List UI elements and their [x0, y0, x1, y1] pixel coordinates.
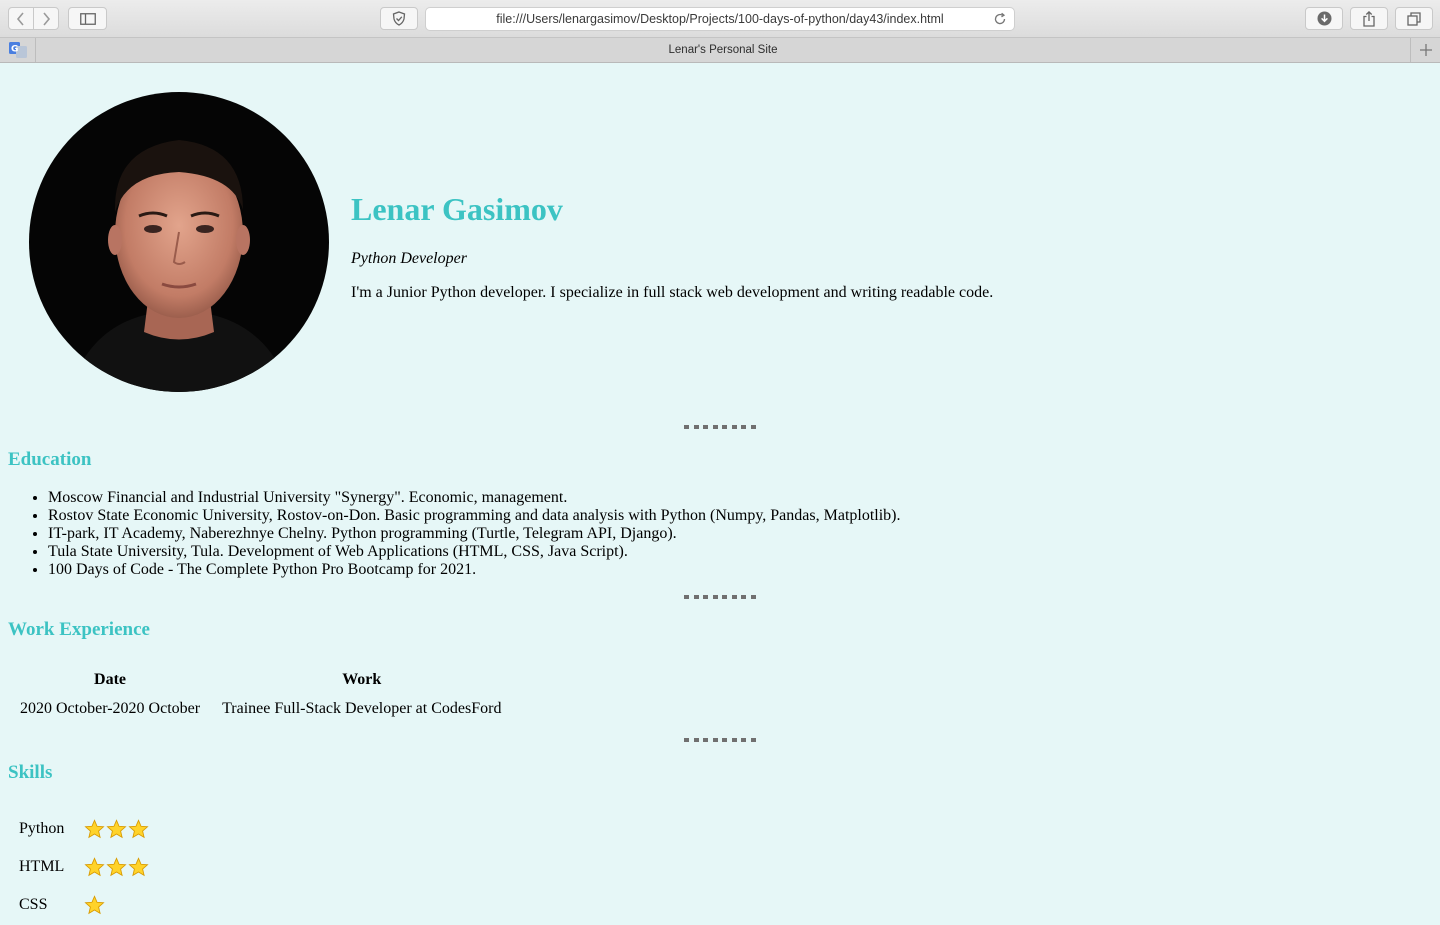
- skill-name: HTML: [19, 858, 65, 875]
- translate-icon: G: [8, 42, 27, 58]
- skill-name: Python: [19, 820, 65, 837]
- list-item: 100 Days of Code - The Complete Python P…: [48, 561, 901, 579]
- star-icon: [106, 856, 127, 876]
- skills-heading: Skills: [8, 762, 53, 783]
- table-cell-work: Trainee Full-Stack Developer at CodesFor…: [222, 700, 502, 717]
- table-row: Python: [10, 811, 158, 847]
- star-icon: [84, 894, 105, 914]
- reload-icon[interactable]: [992, 11, 1008, 27]
- bio-text: I'm a Junior Python developer. I special…: [351, 284, 994, 301]
- section-divider: [684, 425, 756, 429]
- share-button[interactable]: [1350, 7, 1388, 30]
- education-heading: Education: [8, 449, 92, 470]
- browser-toolbar: file:///Users/lenargasimov/Desktop/Proje…: [0, 0, 1440, 38]
- privacy-report-button[interactable]: [380, 7, 418, 30]
- page-title: Lenar Gasimov: [351, 191, 563, 227]
- table-row: 2020 October-2020 October Trainee Full-S…: [10, 694, 511, 724]
- star-rating: [84, 894, 149, 916]
- star-icon: [84, 818, 105, 838]
- job-title: Python Developer: [351, 250, 467, 267]
- table-row: HTML: [10, 849, 158, 885]
- profile-photo: [29, 92, 329, 392]
- forward-icon: [43, 11, 51, 26]
- table-header-row: Date Work: [10, 668, 511, 692]
- star-icon: [106, 818, 127, 838]
- plus-icon: [1419, 44, 1432, 56]
- address-bar[interactable]: file:///Users/lenargasimov/Desktop/Proje…: [425, 7, 1015, 31]
- list-item: Rostov State Economic University, Rostov…: [48, 507, 901, 525]
- url-text: file:///Users/lenargasimov/Desktop/Proje…: [496, 12, 944, 26]
- table-cell-date: 2020 October-2020 October: [20, 700, 201, 717]
- star-icon: [84, 856, 105, 876]
- tabs-icon: [1407, 11, 1421, 26]
- skills-table: Python HTML CSS: [8, 809, 160, 925]
- list-item: Moscow Financial and Industrial Universi…: [48, 489, 901, 507]
- work-experience-table: Date Work 2020 October-2020 October Trai…: [8, 666, 513, 726]
- shield-icon: [392, 11, 406, 26]
- column-header-work: Work: [342, 671, 382, 688]
- web-page: Lenar Gasimov Python Developer I'm a Jun…: [0, 63, 1440, 914]
- star-rating: [84, 818, 149, 840]
- downloads-button[interactable]: [1305, 7, 1343, 30]
- table-row: CSS: [10, 887, 158, 923]
- tab-overview-button[interactable]: [1395, 7, 1433, 30]
- navigation-buttons: [8, 7, 59, 30]
- column-header-date: Date: [94, 671, 127, 688]
- section-divider: [684, 595, 756, 599]
- download-icon: [1317, 11, 1331, 26]
- list-item: IT-park, IT Academy, Naberezhnye Chelny.…: [48, 525, 901, 543]
- star-rating: [84, 856, 149, 878]
- new-tab-button[interactable]: [1410, 38, 1440, 62]
- back-button[interactable]: [9, 8, 33, 29]
- sidebar-icon: [79, 12, 96, 25]
- education-list: Moscow Financial and Industrial Universi…: [8, 489, 901, 579]
- star-icon: [128, 856, 149, 876]
- star-icon: [128, 818, 149, 838]
- tab-title-text: Lenar's Personal Site: [668, 44, 778, 56]
- tab-bar: G Lenar's Personal Site: [0, 38, 1440, 63]
- tab-active[interactable]: Lenar's Personal Site: [36, 38, 1410, 62]
- forward-button[interactable]: [33, 8, 58, 29]
- sidebar-button[interactable]: [68, 7, 107, 30]
- svg-text:G: G: [11, 45, 18, 55]
- skill-name: CSS: [19, 896, 48, 913]
- section-divider: [684, 738, 756, 742]
- work-experience-heading: Work Experience: [8, 619, 150, 640]
- share-icon: [1363, 10, 1375, 27]
- translate-extension-button[interactable]: G: [0, 38, 36, 62]
- list-item: Tula State University, Tula. Development…: [48, 543, 901, 561]
- back-icon: [17, 11, 24, 26]
